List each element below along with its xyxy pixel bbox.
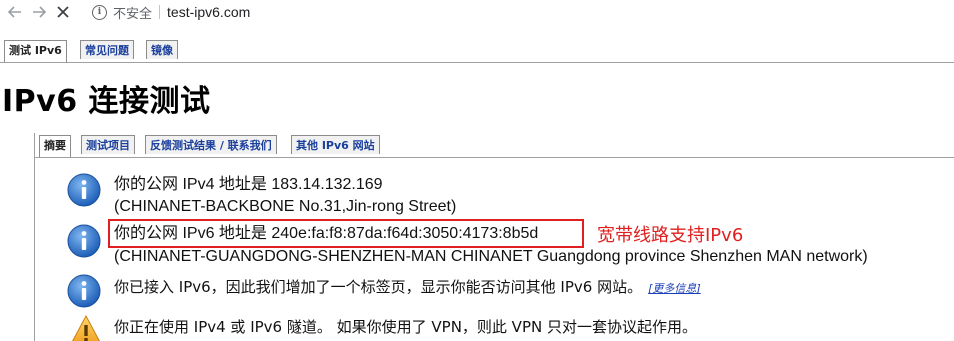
page-title: IPv6 连接测试 <box>2 84 211 119</box>
forward-arrow-icon <box>33 6 47 18</box>
ipv6-isp-line: (CHINANET-GUANGDONG-SHENZHEN-MAN CHINANE… <box>114 248 868 265</box>
subtab-feedback[interactable]: 反馈测试结果 / 联系我们 <box>145 135 277 154</box>
broadband-annotation: 宽带线路支持IPv6 <box>597 225 744 246</box>
warning-icon <box>72 314 100 341</box>
main-tab-bar: 测试 IPv6 常见问题 镜像 <box>0 38 954 63</box>
url-divider <box>159 5 161 19</box>
close-icon <box>57 6 69 18</box>
tab-test-ipv6[interactable]: 测试 IPv6 <box>4 40 67 62</box>
subtab-other-sites[interactable]: 其他 IPv6 网站 <box>291 135 380 154</box>
browser-toolbar: i 不安全 test-ipv6.com <box>0 0 954 24</box>
screenshot-root: i 不安全 test-ipv6.com 测试 IPv6 常见问题 镜像 IPv6… <box>0 0 954 341</box>
tunnel-warning-line: 你正在使用 IPv4 或 IPv6 隧道。 如果你使用了 VPN，则此 VPN … <box>114 318 697 336</box>
tab-mirror[interactable]: 镜像 <box>146 40 178 59</box>
ipv6-access-text: 你已接入 IPv6，因此我们增加了一个标签页，显示你能否访问其他 IPv6 网站… <box>114 278 643 296</box>
content-left-border <box>34 157 35 341</box>
security-label: 不安全 <box>113 6 153 22</box>
tab-faq[interactable]: 常见问题 <box>80 40 134 59</box>
ipv4-address-line: 你的公网 IPv4 地址是 183.14.132.169 <box>114 174 383 196</box>
more-info-link[interactable]: [更多信息] <box>648 282 701 295</box>
forward-button[interactable] <box>30 3 48 21</box>
info-circle-icon <box>67 173 101 207</box>
info-icon[interactable]: i <box>92 4 107 20</box>
back-button[interactable] <box>6 3 24 21</box>
ipv6-address-line: 你的公网 IPv6 地址是 240e:fa:f8:87da:f64d:3050:… <box>114 225 539 242</box>
info-circle-icon <box>67 224 101 258</box>
subtab-summary[interactable]: 摘要 <box>39 135 71 157</box>
info-circle-icon <box>67 274 101 308</box>
url-text[interactable]: test-ipv6.com <box>167 4 250 20</box>
ipv4-isp-line: (CHINANET-BACKBONE No.31,Jin-rong Street… <box>114 198 457 215</box>
ipv4-prefix: 你的公网 IPv4 地址是 183.14.132.169 <box>114 176 383 193</box>
address-bar[interactable]: i 不安全 test-ipv6.com <box>92 1 250 23</box>
back-arrow-icon <box>7 6 21 18</box>
subtab-tests[interactable]: 测试项目 <box>81 135 135 154</box>
ipv6-access-line: 你已接入 IPv6，因此我们增加了一个标签页，显示你能否访问其他 IPv6 网站… <box>114 276 701 300</box>
stop-button[interactable] <box>54 3 72 21</box>
sub-tab-bar: 摘要 测试项目 反馈测试结果 / 联系我们 其他 IPv6 网站 <box>34 133 954 158</box>
